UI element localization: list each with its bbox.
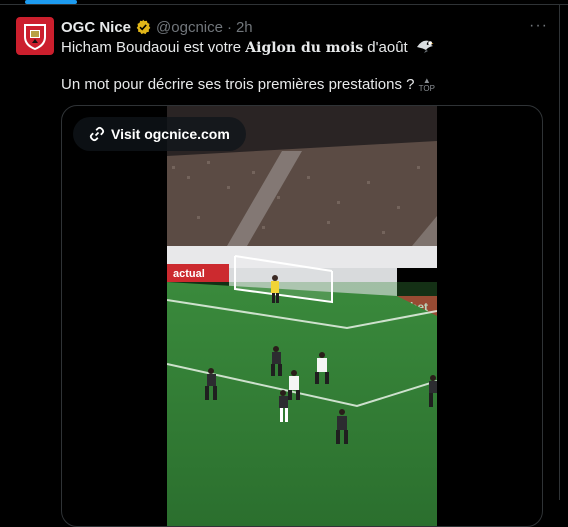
media-card[interactable]: actual bet bbox=[61, 105, 543, 527]
post-text-line-2: Un mot pour décrire ses trois premières … bbox=[61, 75, 435, 95]
post-text-question: Un mot pour décrire ses trois premières … bbox=[61, 76, 415, 93]
avatar[interactable] bbox=[16, 17, 54, 55]
top-emoji-icon: ▲ TOP bbox=[418, 76, 435, 94]
visit-link-label: Visit ogcnice.com bbox=[111, 126, 230, 142]
ad-board-left: actual bbox=[173, 268, 205, 280]
video-frame: actual bet bbox=[167, 106, 437, 526]
eagle-emoji-icon bbox=[416, 38, 434, 60]
verified-badge-icon bbox=[135, 19, 151, 35]
post-text-line-1: Hicham Boudaoui est votre Aiglon du mois… bbox=[61, 38, 434, 60]
video-player[interactable]: actual bet bbox=[167, 106, 437, 526]
top-emoji-label: TOP bbox=[418, 84, 435, 94]
separator: · bbox=[226, 18, 232, 36]
post-text-bold: Aiglon du mois bbox=[245, 40, 364, 56]
more-icon[interactable]: ··· bbox=[529, 17, 548, 35]
divider bbox=[0, 4, 568, 5]
post-text-prefix: Hicham Boudaoui est votre bbox=[61, 39, 246, 56]
author-name[interactable]: OGC Nice bbox=[61, 19, 131, 36]
post-time[interactable]: 2h bbox=[236, 19, 253, 36]
post-text-suffix: d'août bbox=[363, 39, 408, 56]
visit-link-button[interactable]: Visit ogcnice.com bbox=[73, 117, 246, 151]
club-crest-icon bbox=[24, 24, 46, 50]
column-border bbox=[559, 4, 560, 500]
link-icon bbox=[89, 126, 105, 142]
author-handle[interactable]: @ogcnice bbox=[156, 19, 223, 36]
